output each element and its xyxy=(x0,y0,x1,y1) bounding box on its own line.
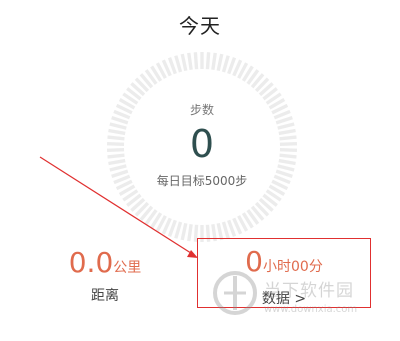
watermark: 当下软件园 www.downxia.com xyxy=(210,268,395,328)
watermark-logo-icon xyxy=(213,271,257,315)
watermark-url: www.downxia.com xyxy=(264,304,358,315)
watermark-text: 当下软件园 xyxy=(264,281,354,301)
